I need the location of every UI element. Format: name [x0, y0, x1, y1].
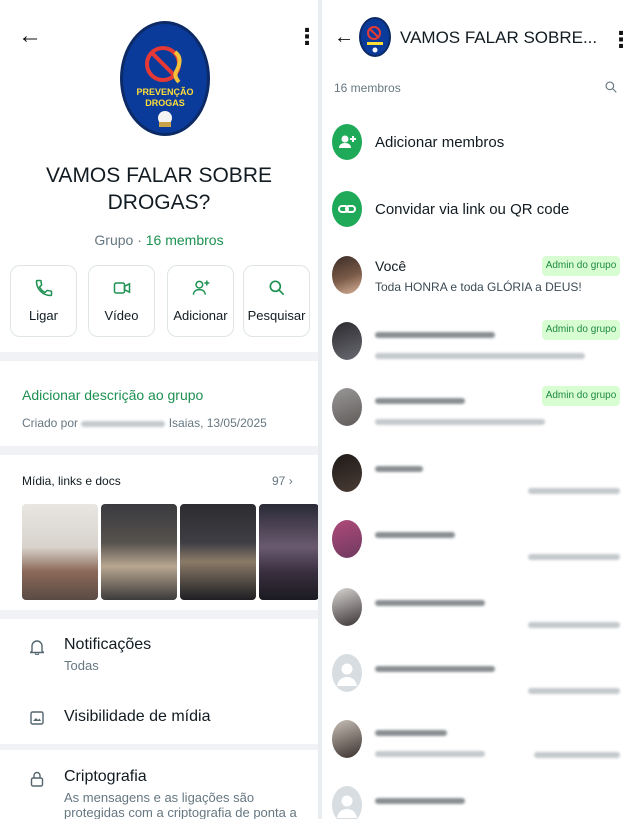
blurred-phone-number [534, 751, 620, 758]
avatar [332, 454, 362, 492]
member-row[interactable]: Você Admin do grupo Toda HONRA e toda GL… [322, 254, 627, 298]
no-drugs-logo-icon [145, 46, 182, 127]
member-count-link[interactable]: 16 membros [146, 232, 224, 248]
blurred-creator-name [81, 420, 166, 427]
group-avatar-small[interactable] [359, 17, 391, 57]
member-row[interactable] [322, 720, 627, 764]
avatar [332, 322, 362, 360]
logo-text-drogas: DROGAS [145, 98, 185, 108]
member-row[interactable] [322, 520, 627, 564]
member-row[interactable] [322, 654, 627, 698]
member-row[interactable]: Admin do grupo [322, 386, 627, 430]
default-avatar-icon [332, 654, 362, 692]
member-row[interactable]: Admin do grupo [322, 320, 627, 364]
search-icon[interactable] [604, 80, 618, 99]
action-buttons: Ligar Vídeo Adicionar Pesquisar [10, 265, 310, 337]
media-thumbnail[interactable] [101, 504, 177, 600]
logo-text-prevencao: PREVENÇÃO [136, 87, 194, 97]
no-drugs-logo-icon [367, 26, 383, 53]
video-button[interactable]: Vídeo [88, 265, 155, 337]
avatar [332, 256, 362, 294]
more-options-icon[interactable]: ⋮ [610, 29, 627, 51]
member-row[interactable] [322, 786, 627, 819]
notifications-setting[interactable]: Notificações Todas [0, 636, 318, 686]
members-count: 16 membros [334, 81, 401, 95]
group-avatar[interactable]: PREVENÇÃO DROGAS [120, 21, 210, 136]
search-button[interactable]: Pesquisar [243, 265, 310, 337]
back-arrow-icon[interactable]: ← [334, 26, 354, 49]
blurred-phone-number [528, 487, 620, 494]
call-button[interactable]: Ligar [10, 265, 77, 337]
video-icon [89, 278, 154, 300]
chevron-right-icon: › [288, 474, 293, 488]
section-divider [0, 610, 318, 619]
blurred-member-name [375, 600, 485, 607]
media-visibility-setting[interactable]: Visibilidade de mídia [0, 708, 318, 738]
encryption-setting[interactable]: Criptografia As mensagens e as ligações … [0, 768, 318, 819]
back-arrow-icon[interactable]: ← [18, 22, 42, 50]
lock-icon [30, 771, 44, 792]
admin-badge: Admin do grupo [542, 320, 620, 340]
blurred-member-status [375, 352, 585, 359]
search-icon [244, 278, 309, 300]
blurred-member-name [375, 532, 455, 539]
add-person-icon [168, 278, 233, 300]
blurred-member-status [375, 418, 545, 425]
blurred-member-status [375, 750, 485, 757]
default-avatar-icon [332, 786, 362, 819]
member-row[interactable] [322, 588, 627, 632]
invite-link-row[interactable]: Convidar via link ou QR code [322, 191, 627, 231]
blurred-phone-number [528, 553, 620, 560]
avatar [332, 588, 362, 626]
group-name: VAMOS FALAR SOBRE DROGAS? [45, 164, 272, 214]
section-divider [0, 352, 318, 361]
blurred-member-name [375, 730, 447, 737]
admin-badge: Admin do grupo [542, 256, 620, 276]
admin-badge: Admin do grupo [542, 386, 620, 406]
blurred-member-name [375, 798, 465, 805]
add-description-link[interactable]: Adicionar descrição ao grupo [22, 387, 203, 403]
media-thumbnail[interactable] [180, 504, 256, 600]
member-row[interactable] [322, 454, 627, 498]
add-person-icon [332, 124, 362, 160]
group-info-pane: ← ⋮ PREVENÇÃO DROGAS VAMOS FALAR SOBRE D… [0, 0, 318, 819]
group-meta: Grupo · 16 membros [94, 232, 224, 248]
media-thumbnail[interactable] [22, 504, 98, 600]
blurred-member-name [375, 332, 495, 339]
avatar [332, 720, 362, 758]
add-member-button[interactable]: Adicionar [167, 265, 234, 337]
blurred-phone-number [528, 621, 620, 628]
created-by-text: Criado por Isaias, 13/05/2025 [22, 416, 267, 430]
more-options-icon[interactable]: ⋮ [296, 26, 318, 48]
section-divider [0, 446, 318, 455]
link-icon [332, 191, 362, 227]
blurred-member-name [375, 398, 465, 405]
image-icon [30, 711, 44, 730]
avatar [332, 388, 362, 426]
avatar [332, 520, 362, 558]
phone-icon [11, 278, 76, 300]
members-pane: ← VAMOS FALAR SOBRE... ⋮ 16 membros Adic… [322, 0, 627, 819]
media-section-title[interactable]: Mídia, links e docs [22, 474, 121, 488]
group-title[interactable]: VAMOS FALAR SOBRE... [400, 28, 597, 48]
blurred-phone-number [528, 687, 620, 694]
bell-icon [28, 639, 46, 660]
blurred-member-name [375, 666, 495, 673]
media-count[interactable]: 97 › [272, 474, 293, 488]
section-divider [0, 744, 318, 750]
blurred-member-name [375, 466, 423, 473]
add-members-row[interactable]: Adicionar membros [322, 124, 627, 164]
media-thumbnail[interactable] [259, 504, 318, 600]
